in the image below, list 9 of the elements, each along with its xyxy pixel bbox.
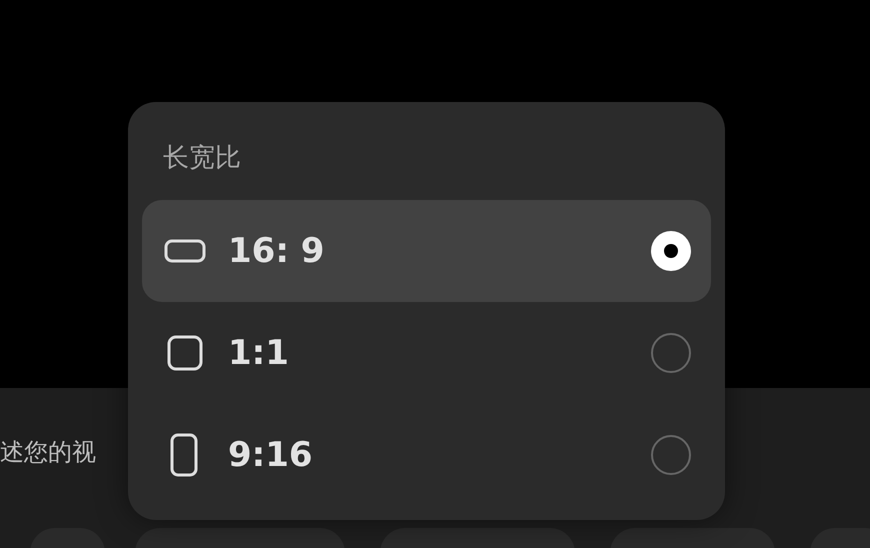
menu-title: 长宽比	[163, 142, 241, 175]
radio-button[interactable]	[651, 333, 691, 373]
aspect-option[interactable]: 9:16	[142, 404, 711, 506]
aspect-option[interactable]: 1:1	[142, 302, 711, 404]
radio-button[interactable]	[651, 231, 691, 271]
radio-button[interactable]	[651, 435, 691, 475]
aspect-option[interactable]: 16: 9	[142, 200, 711, 302]
prompt-text: 述您的视	[0, 437, 96, 468]
landscape-frame-icon	[164, 237, 206, 265]
